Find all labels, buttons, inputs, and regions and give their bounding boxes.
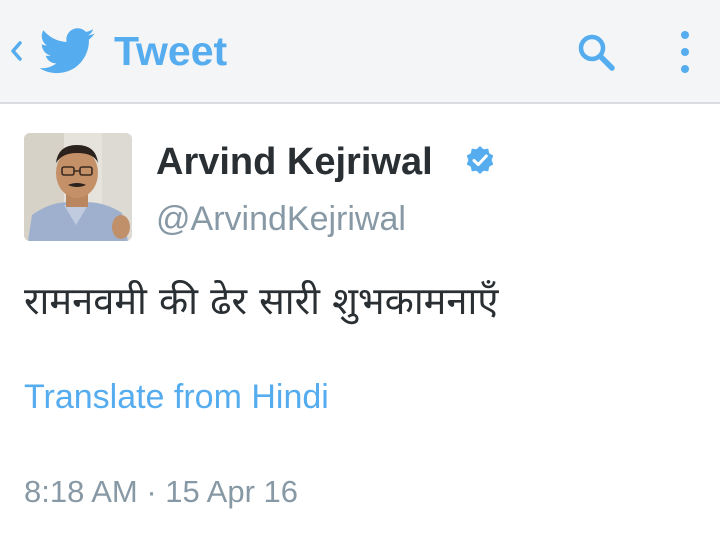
author-handle[interactable]: @ArvindKejriwal <box>156 196 406 242</box>
app-header: Tweet <box>0 0 720 104</box>
twitter-bird-icon[interactable] <box>40 28 96 74</box>
translate-link[interactable]: Translate from Hindi <box>24 374 329 420</box>
user-avatar <box>24 133 132 241</box>
search-icon[interactable] <box>574 30 618 74</box>
tweet-timestamp: 8:18 AM · 15 Apr 16 <box>24 474 299 509</box>
verified-badge-icon <box>466 146 494 174</box>
author-display-name[interactable]: Arvind Kejriwal <box>156 138 433 186</box>
overflow-menu-icon[interactable] <box>676 28 694 76</box>
avatar[interactable] <box>24 133 132 241</box>
tweet-text: रामनवमी की ढेर सारी शुभकामनाएँ <box>24 279 499 323</box>
chevron-left-icon[interactable] <box>9 40 23 62</box>
page-title: Tweet <box>114 28 228 74</box>
